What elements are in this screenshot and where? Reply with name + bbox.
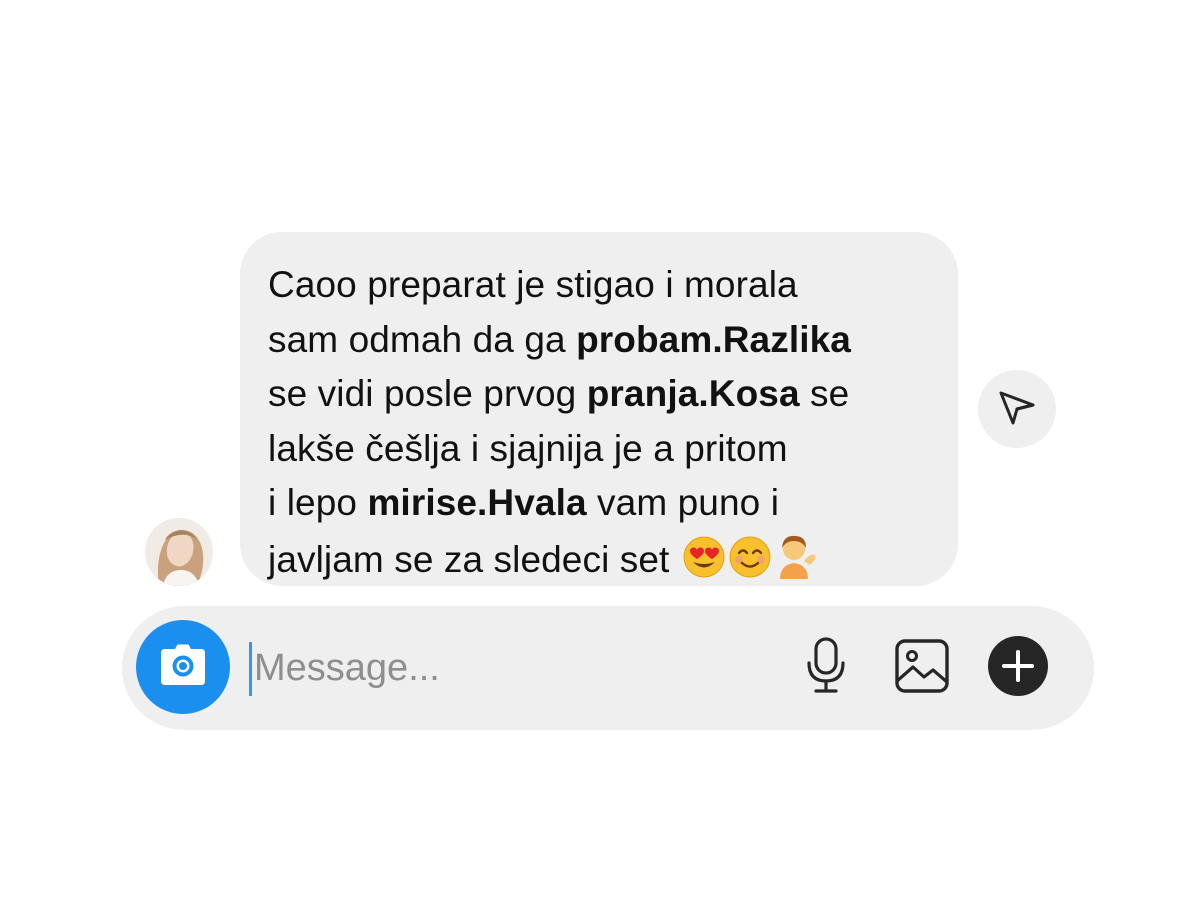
smiling-emoji	[728, 535, 772, 579]
text: sam odmah da ga	[268, 318, 577, 360]
gallery-button[interactable]	[890, 636, 954, 700]
sender-avatar[interactable]	[145, 518, 213, 586]
text: Caoo preparat je stigao i morala	[268, 264, 798, 305]
chat-screen: Caoo preparat je stigao i morala sam odma…	[0, 0, 1200, 900]
microphone-icon	[803, 636, 849, 701]
message-input[interactable]	[252, 636, 774, 700]
text: i lepo	[268, 482, 368, 523]
plus-circle-icon	[987, 635, 1049, 702]
more-options-button[interactable]	[986, 635, 1050, 702]
camera-button[interactable]	[136, 620, 230, 714]
message-line: Caoo preparat je stigao i morala	[268, 258, 938, 313]
bold-text: probam.Razlika	[576, 318, 851, 360]
heart-eyes-emoji	[682, 535, 726, 579]
bold-text: pranja.Kosa	[586, 373, 800, 414]
message-line: lakše češlja i sjajnija je a pritom	[268, 422, 938, 477]
message-composer	[122, 606, 1094, 730]
text: se vidi posle prvog	[268, 373, 587, 414]
message-line: sam odmah da ga probam.Razlika	[268, 313, 938, 368]
message-text: Caoo preparat je stigao i morala sam odma…	[268, 258, 938, 587]
text: vam puno i	[586, 482, 780, 523]
message-line: i lepo mirise.Hvala vam puno i	[268, 476, 938, 531]
image-icon	[893, 637, 951, 700]
text: lakše češlja i sjajnija je a pritom	[268, 427, 788, 469]
person-tipping-hand-emoji	[774, 531, 818, 579]
camera-icon	[158, 643, 208, 692]
voice-message-button[interactable]	[794, 636, 858, 700]
incoming-message-bubble[interactable]: Caoo preparat je stigao i morala sam odma…	[240, 232, 958, 586]
paper-plane-icon	[997, 387, 1037, 432]
message-line: javljam se za sledeci set	[268, 531, 938, 588]
share-button[interactable]	[978, 370, 1056, 448]
text: se	[799, 373, 850, 414]
bold-text: mirise.Hvala	[367, 482, 587, 523]
text: javljam se za sledeci set	[268, 538, 680, 580]
message-line: se vidi posle prvog pranja.Kosa se	[268, 367, 938, 422]
avatar-photo	[145, 518, 213, 586]
